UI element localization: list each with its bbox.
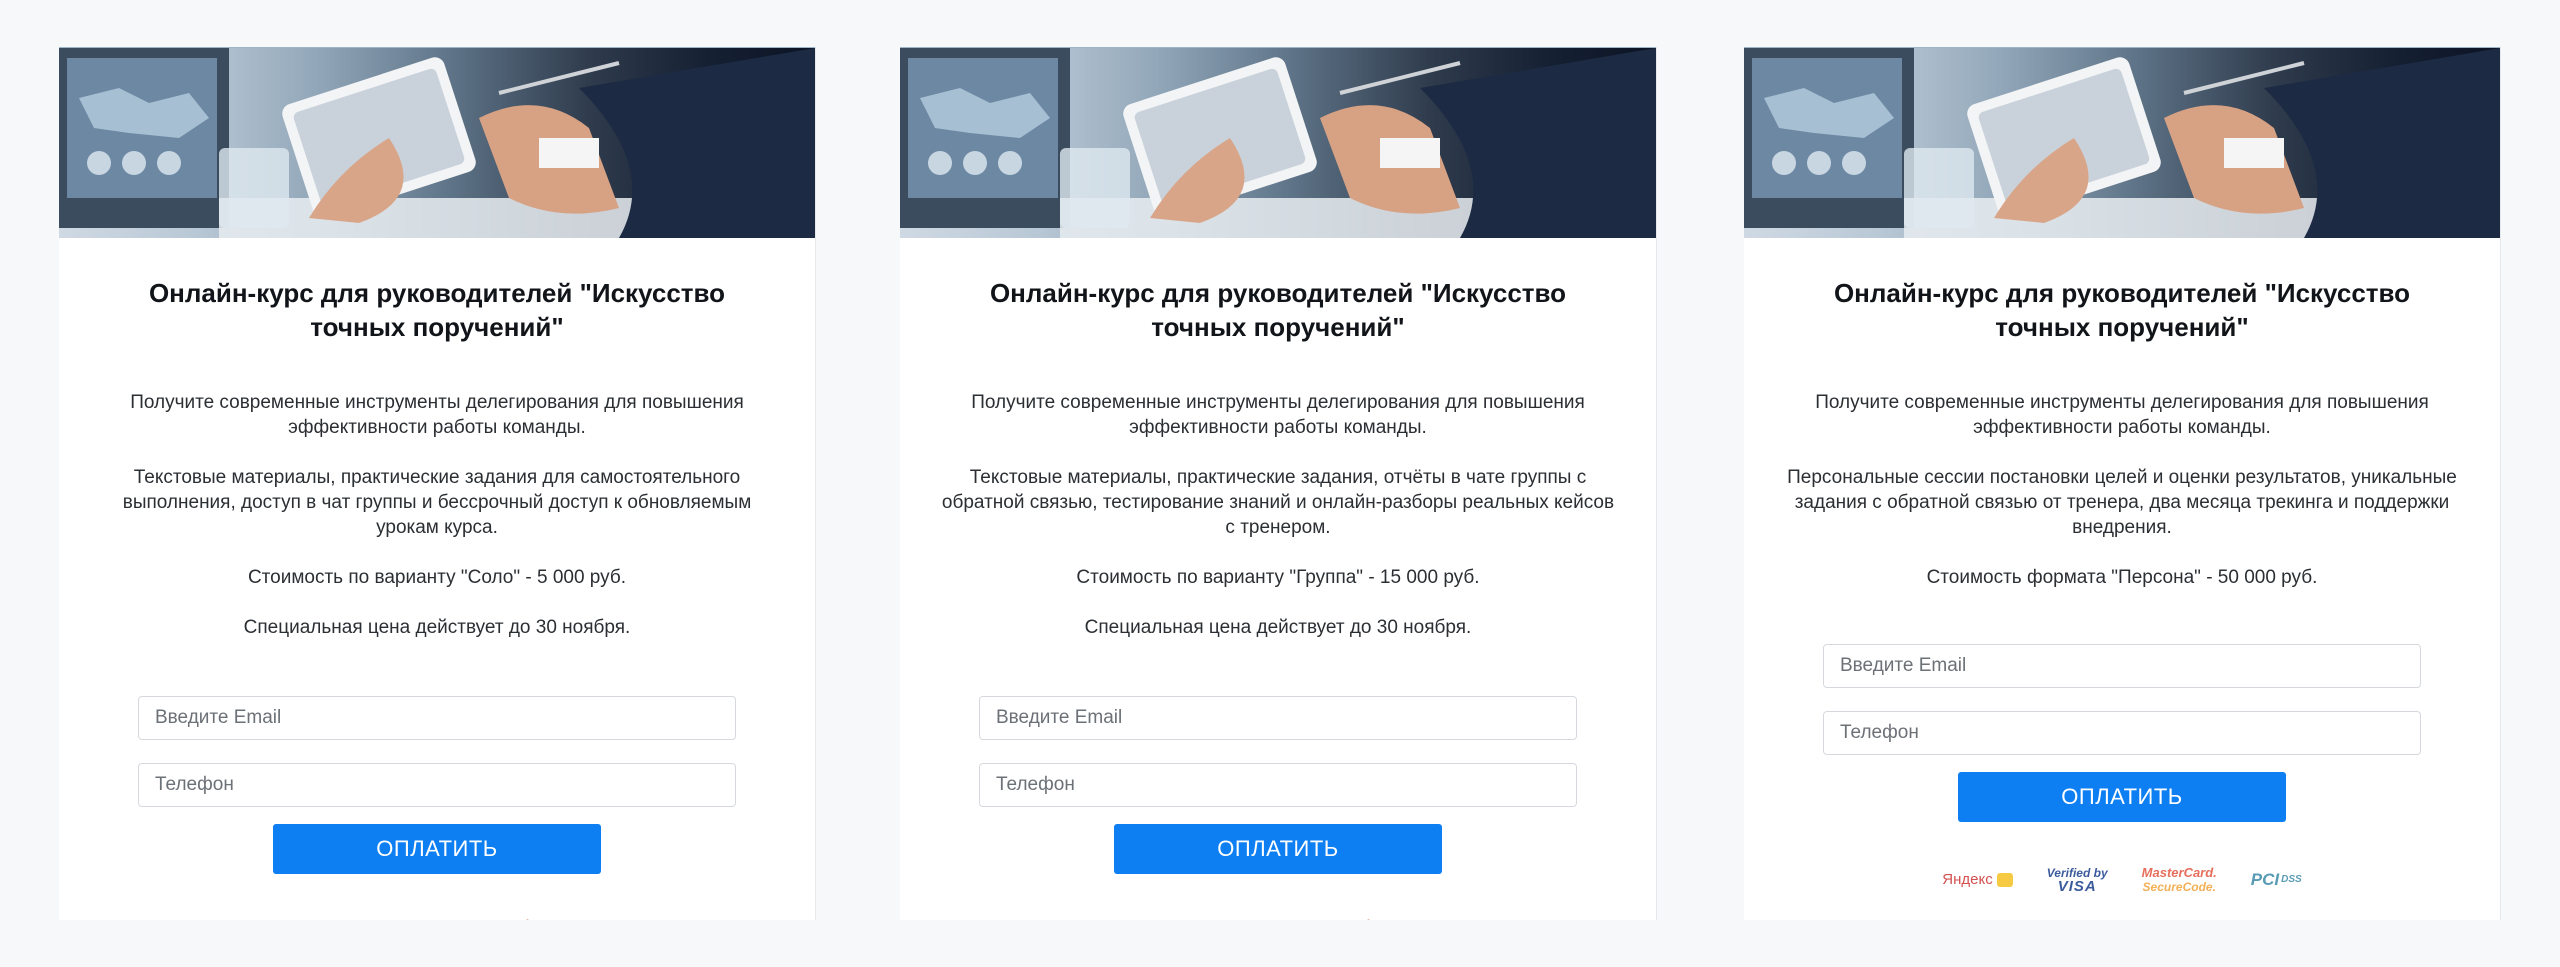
pay-button[interactable]: ОПЛАТИТЬ xyxy=(1958,772,2286,822)
payment-form: ОПЛАТИТЬ xyxy=(900,696,1656,874)
course-title: Онлайн-курс для руководителей "Искусство… xyxy=(989,278,1567,342)
verified-by-visa-logo: Verified byVISA xyxy=(362,918,423,920)
payment-logos: Яндекс Verified byVISA MasterCard.Secure… xyxy=(59,912,815,921)
mastercard-securecode-logo: MasterCard.SecureCode. xyxy=(2141,865,2217,895)
course-features: Текстовые материалы, практические задани… xyxy=(941,467,1615,538)
course-title: Онлайн-курс для руководителей "Искусство… xyxy=(148,278,726,342)
visa-bottom-label: VISA xyxy=(2057,878,2097,895)
phone-field[interactable] xyxy=(138,763,736,807)
course-card-solo: Онлайн-курс для руководителей "Искусство… xyxy=(59,47,816,920)
pay-button[interactable]: ОПЛАТИТЬ xyxy=(1114,824,1442,874)
course-intro: Получите современные инструменты делегир… xyxy=(1815,392,2429,438)
pay-button[interactable]: ОПЛАТИТЬ xyxy=(273,824,601,874)
mastercard-top-label: MasterCard. xyxy=(457,917,532,921)
yandex-label: Яндекс xyxy=(1942,870,1993,888)
yandex-money-logo: Яндекс xyxy=(1942,870,2013,888)
course-card-group: Онлайн-курс для руководителей "Искусство… xyxy=(900,47,1657,920)
payment-form: ОПЛАТИТЬ xyxy=(1744,644,2500,822)
email-field[interactable] xyxy=(979,696,1577,740)
pci-label: PCI xyxy=(2250,870,2280,889)
visa-top-label: Verified by xyxy=(1203,918,1264,920)
course-price: Стоимость по варианту "Группа" - 15 000 … xyxy=(1076,567,1480,588)
course-features: Текстовые материалы, практические задани… xyxy=(122,467,752,538)
course-price: Стоимость по варианту "Соло" - 5 000 руб… xyxy=(247,567,627,588)
payment-logos: Яндекс Verified byVISA MasterCard.Secure… xyxy=(1744,860,2500,900)
course-price: Стоимость формата "Персона" - 50 000 руб… xyxy=(1926,567,2318,588)
payment-logos: Яндекс Verified byVISA MasterCard.Secure… xyxy=(900,912,1656,921)
email-field[interactable] xyxy=(1823,644,2421,688)
course-title: Онлайн-курс для руководителей "Искусство… xyxy=(1833,278,2411,342)
phone-field[interactable] xyxy=(979,763,1577,807)
mastercard-securecode-logo: MasterCard.SecureCode. xyxy=(1298,917,1373,921)
hero-image-business-meeting xyxy=(59,47,815,238)
pci-dss-label: DSS xyxy=(2281,874,2302,885)
course-deadline: Специальная цена действует до 30 ноября. xyxy=(243,617,631,638)
mastercard-top-label: MasterCard. xyxy=(2141,865,2217,880)
hero-illustration xyxy=(900,48,1656,238)
course-card-persona: Онлайн-курс для руководителей "Искусство… xyxy=(1744,47,2501,920)
pci-dss-logo: PCI DSS xyxy=(2250,870,2302,889)
payment-form: ОПЛАТИТЬ xyxy=(59,696,815,874)
verified-by-visa-logo: Verified byVISA xyxy=(1203,918,1264,920)
mastercard-bottom-label: SecureCode. xyxy=(2142,880,2216,894)
phone-field[interactable] xyxy=(1823,711,2421,755)
course-intro: Получите современные инструменты делегир… xyxy=(971,392,1585,438)
hero-image-business-meeting xyxy=(900,47,1656,238)
course-deadline: Специальная цена действует до 30 ноября. xyxy=(1084,617,1472,638)
mastercard-top-label: MasterCard. xyxy=(1298,917,1373,921)
visa-top-label: Verified by xyxy=(362,918,423,920)
verified-by-visa-logo: Verified byVISA xyxy=(2047,866,2108,894)
hero-illustration xyxy=(59,48,815,238)
hero-illustration xyxy=(1744,48,2500,238)
yandex-mark-icon xyxy=(1996,873,2013,888)
course-features: Персональные сессии постановки целей и о… xyxy=(1787,467,2457,538)
mastercard-securecode-logo: MasterCard.SecureCode. xyxy=(457,917,532,921)
course-intro: Получите современные инструменты делегир… xyxy=(130,392,744,438)
hero-image-business-meeting xyxy=(1744,47,2500,238)
email-field[interactable] xyxy=(138,696,736,740)
